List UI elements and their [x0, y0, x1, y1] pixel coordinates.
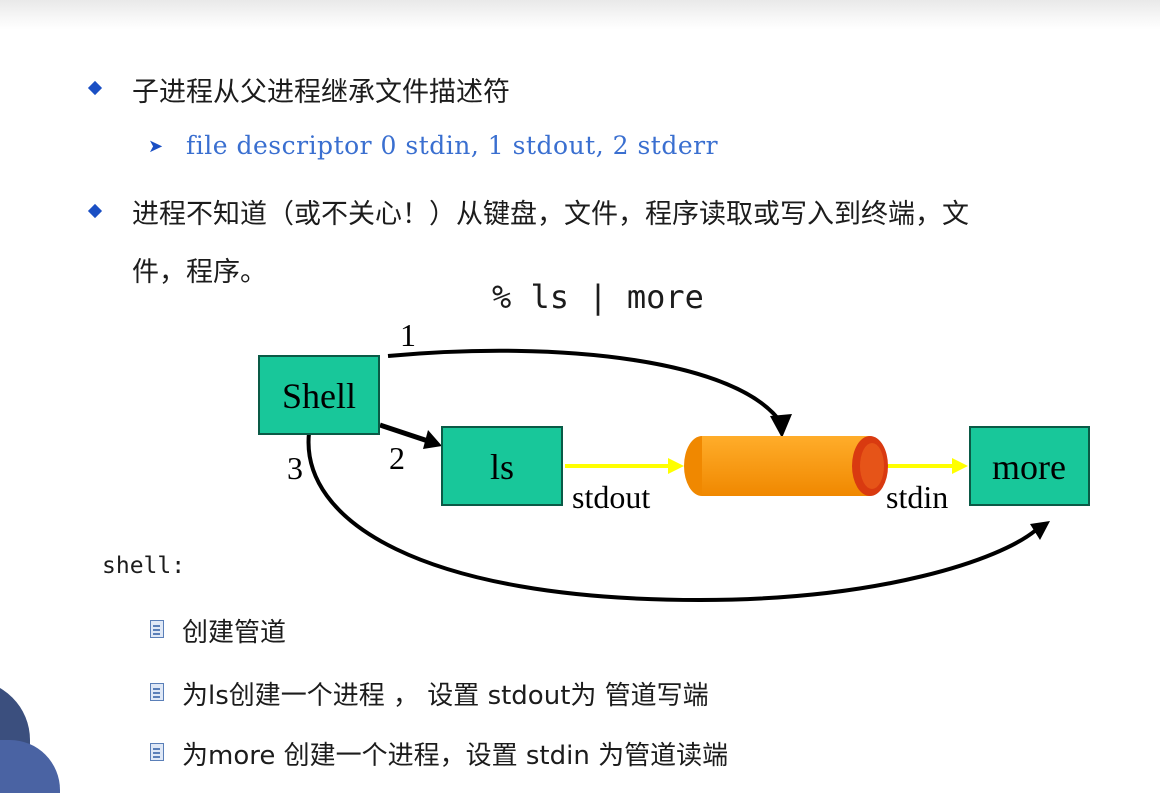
shell-section-label: shell: [102, 553, 186, 579]
step-3-label: 3 [287, 450, 303, 486]
stdin-label: stdin [886, 479, 948, 515]
arrow-3-curve [306, 432, 1038, 603]
stdout-label: stdout [572, 479, 650, 515]
arrow-2-line [379, 422, 429, 444]
arrow-1-head [770, 414, 792, 438]
shell-box-label: Shell [282, 376, 356, 416]
step-2-label: 2 [389, 440, 405, 476]
flow-arrow-stdin-head [952, 458, 968, 474]
more-box-label: more [992, 447, 1066, 487]
shell-item-2: 为ls创建一个进程 ， 设置 stdout为 管道写端 [182, 681, 709, 711]
shell-item-1: 创建管道 [182, 618, 287, 648]
presenter-video-thumbnail [0, 680, 60, 793]
flow-arrow-stdout-head [668, 458, 684, 474]
step-1-label: 1 [400, 317, 416, 353]
pipe-shape [684, 436, 888, 496]
document-icon [150, 683, 164, 701]
ls-box-label: ls [490, 447, 514, 487]
document-icon [150, 743, 164, 761]
shell-item-3: 为more 创建一个进程，设置 stdin 为管道读端 [182, 741, 729, 771]
arrow-2-head [423, 430, 442, 449]
arrow-1-curve [387, 348, 784, 426]
document-icon [150, 620, 164, 638]
